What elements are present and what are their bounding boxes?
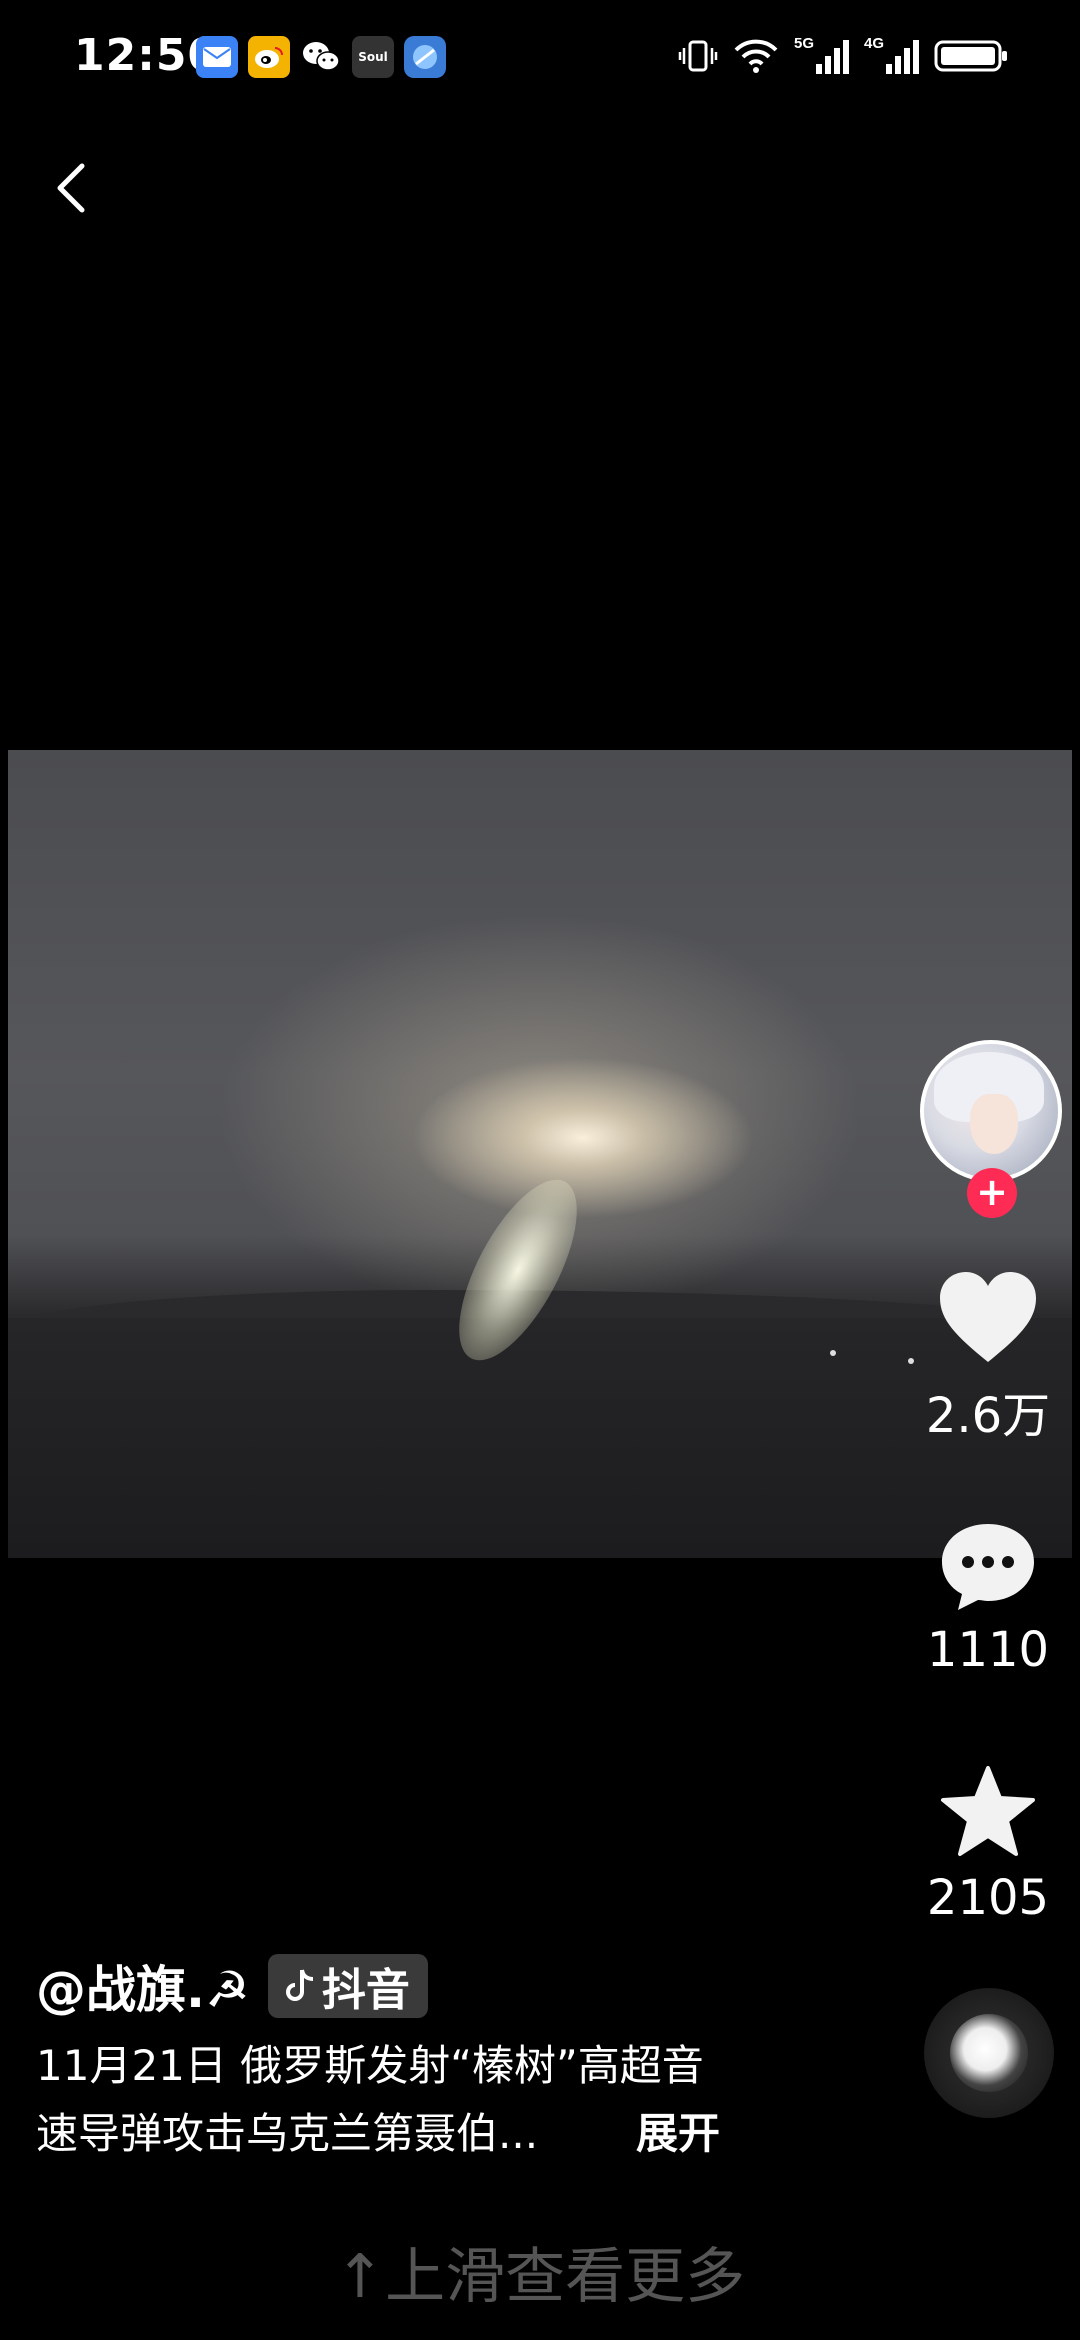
avatar[interactable] — [920, 1040, 1062, 1182]
svg-text:5G: 5G — [794, 35, 814, 52]
author-row: @战旗.☭ 抖音 — [36, 1950, 428, 2022]
notification-icons: Soul — [196, 36, 446, 78]
signal-4g-icon: 4G — [864, 34, 920, 78]
video-player[interactable] — [8, 750, 1072, 1558]
favorite-button[interactable]: 2105 — [918, 1764, 1058, 1926]
favorite-count: 2105 — [926, 1870, 1050, 1926]
heart-icon — [940, 1272, 1036, 1362]
chevron-left-icon — [57, 163, 85, 213]
avatar-face — [970, 1094, 1018, 1154]
svg-text:4G: 4G — [864, 35, 884, 52]
swipe-up-hint: ↑上滑查看更多 — [334, 2242, 746, 2312]
comment-count: 1110 — [926, 1622, 1050, 1678]
video-light-dot — [830, 1350, 836, 1356]
platform-tag: 抖音 — [267, 1954, 428, 2018]
music-disc-button[interactable] — [924, 1988, 1054, 2118]
status-bar: 12:50 Soul 5G 4G — [0, 0, 1080, 120]
battery-icon — [934, 34, 1010, 78]
video-ground — [8, 1318, 1072, 1558]
caption-line-2: 速导弹攻击乌克兰第聂伯... — [36, 2109, 539, 2158]
like-count: 2.6万 — [925, 1388, 1051, 1444]
author-avatar-button[interactable]: + — [920, 1040, 1062, 1220]
music-disc-icon — [950, 2014, 1028, 2092]
expand-button[interactable]: 展开 — [636, 2100, 720, 2161]
browser-icon — [404, 36, 446, 78]
star-icon — [941, 1766, 1035, 1856]
wifi-icon — [732, 34, 780, 78]
video-light-dot — [908, 1358, 914, 1364]
tiktok-icon — [285, 1969, 313, 2001]
author-name[interactable]: @战旗.☭ — [36, 1950, 250, 2022]
video-screen: 12:50 Soul 5G 4G + 2.6万 1110 2105 @战旗.☭ … — [0, 0, 1080, 2340]
platform-label: 抖音 — [321, 1965, 410, 2016]
back-button[interactable] — [44, 158, 104, 218]
signal-5g-icon: 5G — [794, 34, 850, 78]
wechat-icon — [300, 36, 342, 78]
comment-button[interactable]: 1110 — [918, 1520, 1058, 1678]
mail-app-icon — [196, 36, 238, 78]
caption-line-1: 11月21日 俄罗斯发射“榛树”高超音 — [36, 2041, 704, 2090]
soul-label: Soul — [358, 50, 388, 64]
video-caption[interactable]: 11月21日 俄罗斯发射“榛树”高超音 速导弹攻击乌克兰第聂伯... — [36, 2032, 736, 2168]
vibrate-icon — [678, 34, 718, 78]
soul-app-icon: Soul — [352, 36, 394, 78]
like-button[interactable]: 2.6万 — [918, 1270, 1058, 1446]
follow-button[interactable]: + — [967, 1168, 1017, 1218]
system-icons: 5G 4G — [678, 34, 1010, 78]
weibo-icon — [248, 36, 290, 78]
comment-icon — [942, 1524, 1034, 1610]
